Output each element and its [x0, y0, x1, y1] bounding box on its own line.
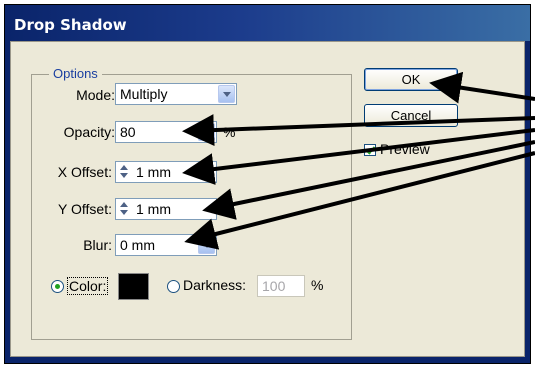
- arrow-to-opacity: [182, 114, 535, 147]
- arrow-to-ok: [429, 71, 535, 104]
- arrow-to-y-offset: [202, 140, 535, 220]
- annotation-arrows: [182, 71, 535, 250]
